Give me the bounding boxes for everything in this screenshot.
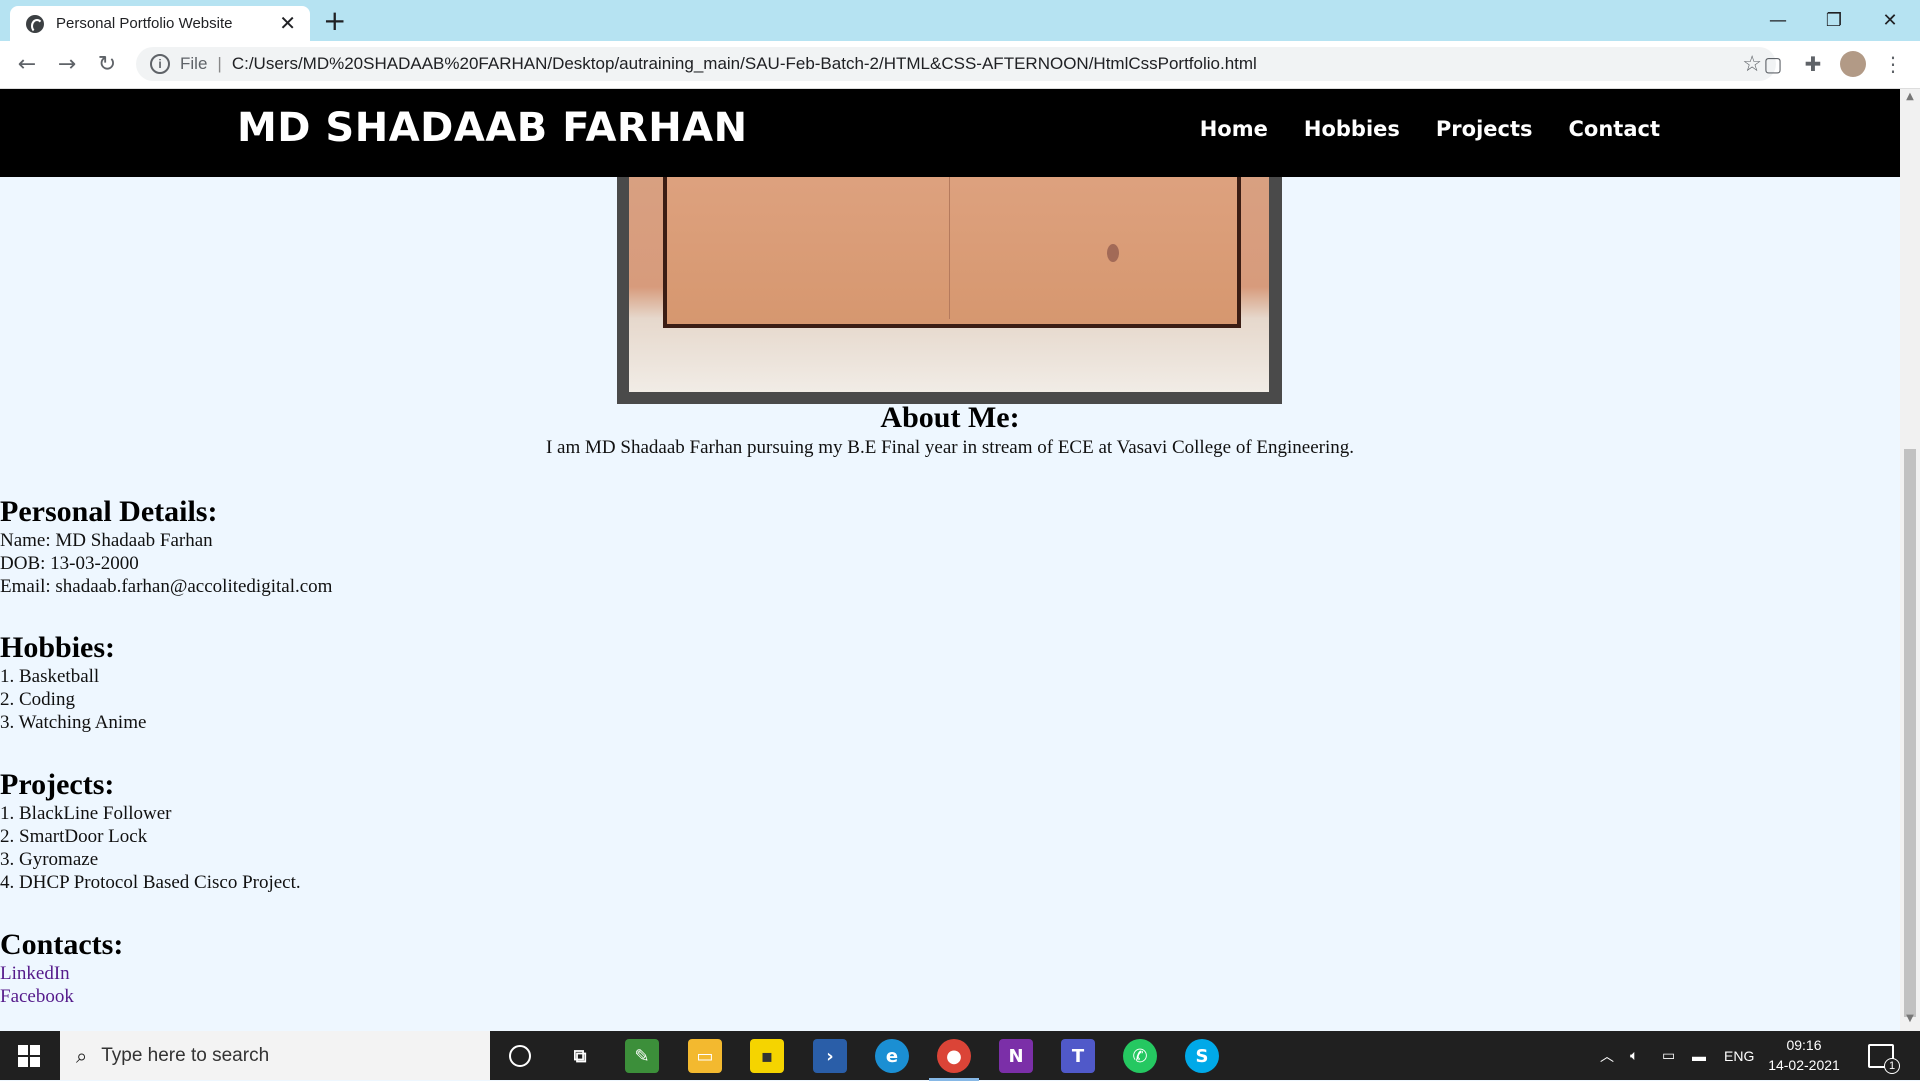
project-item: 1. BlackLine Follower bbox=[0, 803, 172, 824]
cortana-icon[interactable] bbox=[503, 1039, 537, 1073]
contacts-section: Contacts: LinkedIn Facebook bbox=[0, 928, 123, 1008]
project-item: 4. DHCP Protocol Based Cisco Project. bbox=[0, 872, 301, 893]
personal-name: Name: MD Shadaab Farhan bbox=[0, 530, 213, 551]
nav-home[interactable]: Home bbox=[1200, 117, 1268, 141]
minimize-button[interactable]: — bbox=[1750, 0, 1806, 41]
search-icon: ⌕ bbox=[76, 1043, 88, 1068]
linkedin-link[interactable]: LinkedIn bbox=[0, 962, 123, 985]
notification-count-badge: 1 bbox=[1884, 1058, 1900, 1074]
nav-hobbies[interactable]: Hobbies bbox=[1304, 117, 1400, 141]
browser-toolbar: ← → ↻ i File | C:/Users/MD%20SHADAAB%20F… bbox=[0, 41, 1920, 89]
facebook-link[interactable]: Facebook bbox=[0, 985, 123, 1008]
site-brand: MD SHADAAB FARHAN bbox=[237, 105, 748, 151]
sticky-notes-icon[interactable]: ▪ bbox=[750, 1039, 784, 1073]
site-header: MD SHADAAB FARHAN Home Hobbies Projects … bbox=[0, 89, 1900, 177]
page-viewport: MD SHADAAB FARHAN Home Hobbies Projects … bbox=[0, 89, 1900, 1031]
chrome-icon[interactable]: ● bbox=[929, 1039, 979, 1081]
scroll-up-arrow-icon[interactable]: ▲ bbox=[1900, 91, 1920, 107]
clock-time: 09:16 bbox=[1786, 1037, 1822, 1053]
project-item: 2. SmartDoor Lock bbox=[0, 826, 148, 847]
teams-icon[interactable]: T bbox=[1061, 1039, 1095, 1073]
forward-button[interactable]: → bbox=[52, 49, 82, 79]
taskbar: ⌕ Type here to search ⧉ ✎ ▭ ▪ › e ● N T … bbox=[0, 1031, 1920, 1081]
nav-contact[interactable]: Contact bbox=[1569, 117, 1661, 141]
hobbies-section: Hobbies: 1. Basketball 2. Coding 3. Watc… bbox=[0, 631, 146, 734]
page-scrollbar[interactable]: ▲ ▼ bbox=[1900, 89, 1920, 1031]
personal-email: Email: shadaab.farhan@accolitedigital.co… bbox=[0, 576, 333, 597]
tray-show-hidden-icon[interactable]: ︿ bbox=[1600, 1031, 1614, 1080]
url-separator: | bbox=[217, 54, 222, 73]
tab-close-icon[interactable]: ✕ bbox=[279, 11, 296, 36]
taskbar-clock[interactable]: 09:16 14-02-2021 bbox=[1762, 1035, 1846, 1075]
hobby-item: 3. Watching Anime bbox=[0, 712, 147, 733]
browser-tab[interactable]: Personal Portfolio Website ✕ bbox=[10, 6, 310, 41]
onenote-icon[interactable]: N bbox=[999, 1039, 1033, 1073]
site-nav: Home Hobbies Projects Contact bbox=[1200, 117, 1660, 141]
start-button[interactable] bbox=[18, 1045, 40, 1067]
projects-section: Projects: 1. BlackLine Follower 2. Smart… bbox=[0, 768, 301, 894]
back-button[interactable]: ← bbox=[12, 49, 42, 79]
battery-icon[interactable]: ▬ bbox=[1692, 1031, 1706, 1080]
whatsapp-icon[interactable]: ✆ bbox=[1123, 1039, 1157, 1073]
reading-mode-icon[interactable]: ▢ bbox=[1760, 51, 1786, 77]
scroll-down-arrow-icon[interactable]: ▼ bbox=[1900, 1013, 1920, 1029]
address-bar[interactable]: i File | C:/Users/MD%20SHADAAB%20FARHAN/… bbox=[136, 47, 1776, 81]
site-info-icon[interactable]: i bbox=[150, 54, 170, 74]
personal-dob: DOB: 13-03-2000 bbox=[0, 553, 139, 574]
edge-icon[interactable]: e bbox=[875, 1039, 909, 1073]
personal-details-section: Personal Details: Name: MD Shadaab Farha… bbox=[0, 495, 332, 598]
url-scheme-label: File bbox=[180, 54, 208, 73]
task-view-icon[interactable]: ⧉ bbox=[563, 1039, 597, 1073]
language-indicator[interactable]: ENG bbox=[1724, 1031, 1754, 1080]
powershell-icon[interactable]: › bbox=[813, 1039, 847, 1073]
hobbies-heading: Hobbies: bbox=[0, 631, 116, 664]
notifications-icon[interactable]: 1 bbox=[1868, 1044, 1900, 1074]
restore-button[interactable]: ❐ bbox=[1806, 0, 1862, 41]
personal-details-heading: Personal Details: bbox=[0, 495, 218, 528]
profile-avatar[interactable] bbox=[1840, 51, 1866, 77]
volume-icon[interactable]: 🔈︎ bbox=[1630, 1031, 1638, 1080]
menu-kebab-icon[interactable]: ⋮ bbox=[1880, 51, 1906, 77]
file-explorer-icon[interactable]: ▭ bbox=[688, 1039, 722, 1073]
network-icon[interactable]: ▭ bbox=[1662, 1031, 1675, 1080]
extensions-icon[interactable]: ✚ bbox=[1800, 51, 1826, 77]
hobby-item: 1. Basketball bbox=[0, 666, 100, 687]
clock-date: 14-02-2021 bbox=[1768, 1057, 1840, 1073]
image-editor-icon[interactable]: ✎ bbox=[625, 1039, 659, 1073]
projects-heading: Projects: bbox=[0, 768, 115, 801]
project-item: 3. Gyromaze bbox=[0, 849, 99, 870]
hobby-item: 2. Coding bbox=[0, 689, 75, 710]
new-tab-button[interactable]: + bbox=[323, 4, 346, 37]
search-placeholder: Type here to search bbox=[101, 1044, 270, 1066]
about-heading: About Me: bbox=[880, 401, 1020, 434]
taskbar-search[interactable]: ⌕ Type here to search bbox=[60, 1031, 490, 1080]
tab-title: Personal Portfolio Website bbox=[56, 15, 233, 32]
nav-projects[interactable]: Projects bbox=[1436, 117, 1533, 141]
tab-strip: Personal Portfolio Website ✕ + — ❐ ✕ bbox=[0, 0, 1920, 41]
skype-icon[interactable]: S bbox=[1185, 1039, 1219, 1073]
about-text: I am MD Shadaab Farhan pursuing my B.E F… bbox=[545, 437, 1355, 458]
contacts-heading: Contacts: bbox=[0, 928, 124, 961]
tab-favicon-icon bbox=[26, 14, 44, 33]
url-text[interactable]: C:/Users/MD%20SHADAAB%20FARHAN/Desktop/a… bbox=[232, 54, 1257, 74]
reload-button[interactable]: ↻ bbox=[92, 49, 122, 79]
close-window-button[interactable]: ✕ bbox=[1862, 0, 1918, 41]
scroll-thumb[interactable] bbox=[1904, 449, 1916, 1017]
